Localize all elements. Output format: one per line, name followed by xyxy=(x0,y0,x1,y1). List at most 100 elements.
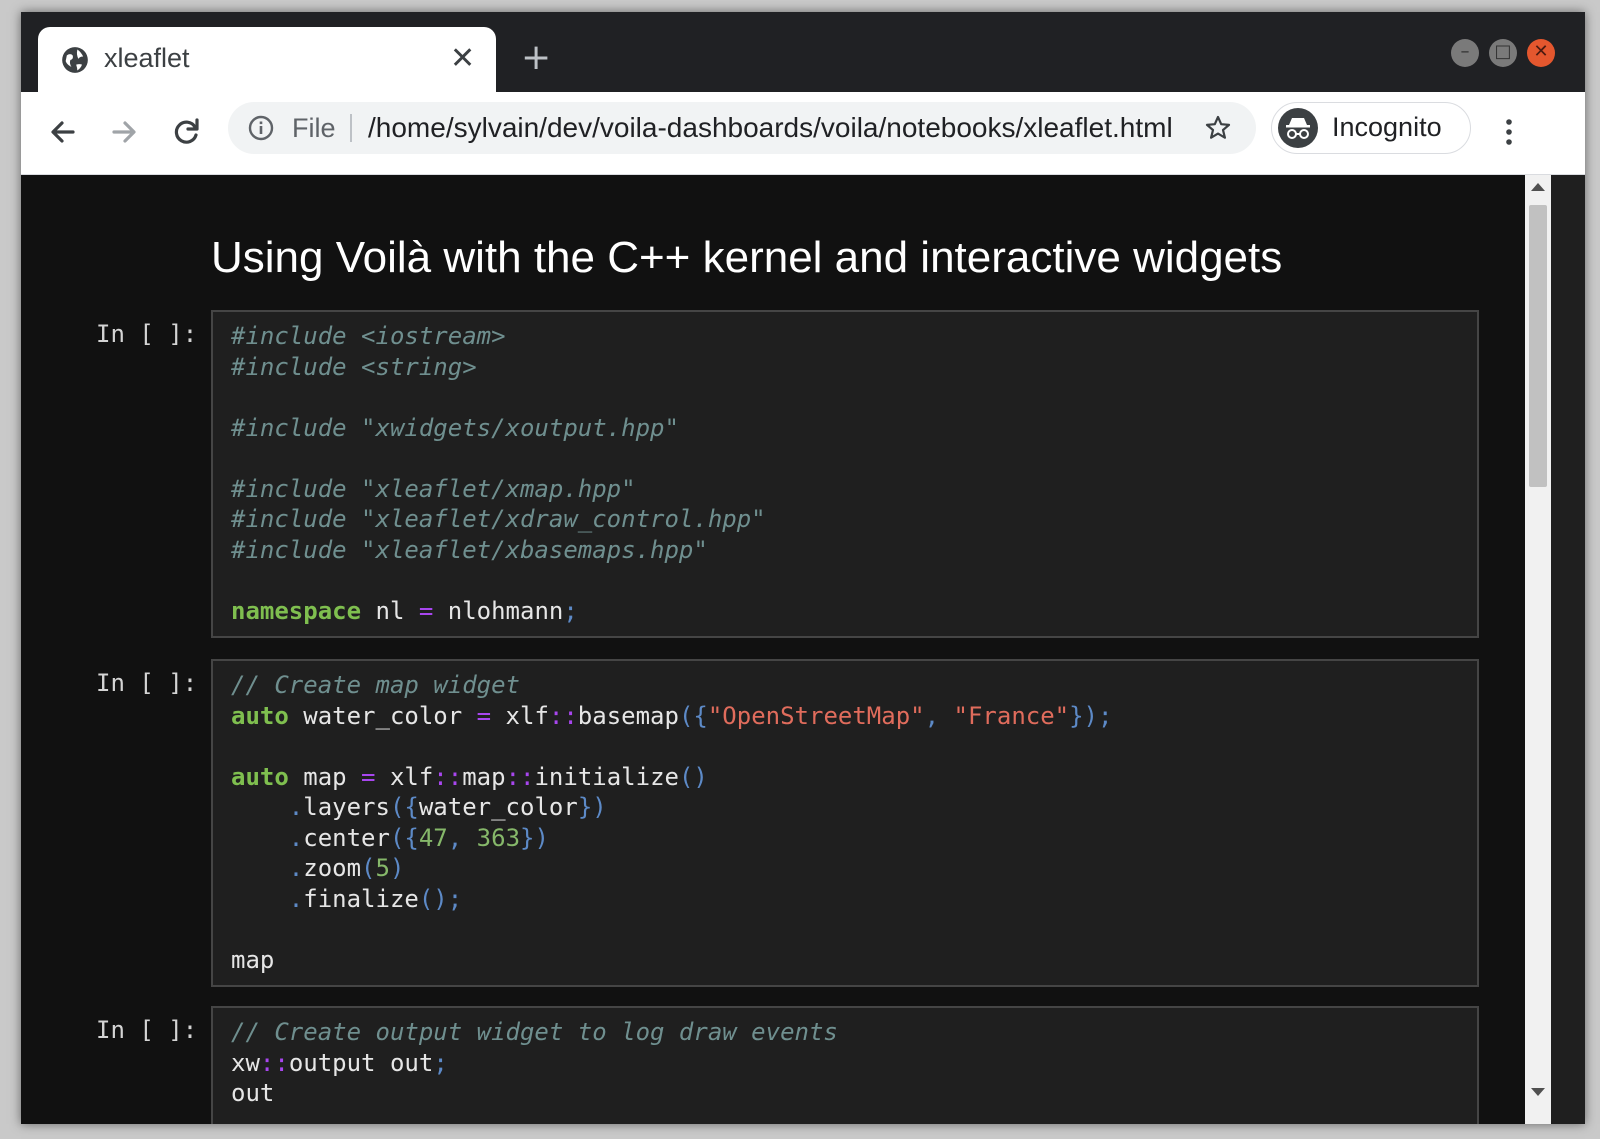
code-token: basemap xyxy=(577,701,679,730)
minimize-button[interactable]: – xyxy=(1451,39,1479,67)
code-cell-input[interactable]: // Create map widget auto water_color = x… xyxy=(211,659,1479,987)
code-token: nlohmann xyxy=(433,596,564,625)
code-token: output out xyxy=(288,1048,434,1077)
code-token: #include <iostream> xyxy=(231,322,506,350)
tab-title: xleaflet xyxy=(104,43,190,73)
scrollbar-thumb[interactable] xyxy=(1529,205,1547,487)
tab-xleaflet[interactable]: xleaflet ✕ xyxy=(38,27,496,92)
code-token: // Create map widget xyxy=(231,671,520,699)
code-token: ({ xyxy=(678,701,708,730)
incognito-label: Incognito xyxy=(1332,112,1442,142)
code-token: :: xyxy=(259,1048,289,1077)
code-token: ; xyxy=(563,596,578,625)
code-token: nl xyxy=(361,596,419,625)
code-token: "France" xyxy=(953,701,1070,730)
scroll-down-arrow-icon[interactable] xyxy=(1531,1088,1545,1096)
code-token: "OpenStreetMap" xyxy=(707,701,925,730)
code-token: }); xyxy=(1069,701,1113,730)
code-cell-input[interactable]: // Create output widget to log draw even… xyxy=(211,1006,1479,1124)
cell-prompt: In [ ]: xyxy=(96,1016,198,1044)
code-line: // Create map widget xyxy=(231,670,1459,701)
omnibox-divider xyxy=(350,114,352,142)
code-token: #include "xwidgets/xoutput.hpp" xyxy=(231,413,679,442)
code-token: = xyxy=(418,596,434,625)
code-line: #include <iostream> xyxy=(231,321,1459,352)
code-token: initialize xyxy=(534,762,679,791)
scroll-up-arrow-icon[interactable] xyxy=(1531,183,1545,191)
code-line: #include "xleaflet/xdraw_control.hpp" xyxy=(231,504,1459,535)
code-line: #include "xwidgets/xoutput.hpp" xyxy=(231,413,1459,444)
star-icon[interactable] xyxy=(1204,114,1232,142)
code-token: }) xyxy=(520,823,549,852)
arrow-left-icon[interactable] xyxy=(41,110,85,154)
code-token: :: xyxy=(433,762,463,791)
code-token: ( xyxy=(361,854,376,882)
incognito-icon xyxy=(1278,108,1318,148)
cell-prompt: In [ ]: xyxy=(96,669,198,697)
code-cell-input[interactable]: #include <iostream> #include <string> #inc… xyxy=(211,310,1479,638)
code-line: .layers({water_color}) xyxy=(231,792,1459,823)
code-line: .finalize(); xyxy=(231,884,1459,915)
code-token: layers xyxy=(303,793,390,821)
code-token: . xyxy=(288,823,304,852)
code-token: // Create output widget to log draw even… xyxy=(231,1018,838,1046)
code-token: () xyxy=(678,762,708,791)
url-text[interactable]: /home/sylvain/dev/voila-dashboards/voila… xyxy=(368,112,1198,144)
code-token: auto xyxy=(231,762,289,791)
code-line: auto water_color = xlf::basemap({"OpenSt… xyxy=(231,701,1459,732)
tab-strip: xleaflet ✕ + – □ ✕ xyxy=(21,12,1585,92)
code-token: ; xyxy=(433,1048,448,1077)
globe-icon xyxy=(62,47,88,73)
info-icon[interactable] xyxy=(248,115,274,141)
code-token: namespace xyxy=(231,596,362,625)
maximize-button[interactable]: □ xyxy=(1489,39,1517,67)
code-token: #include "xleaflet/xbasemaps.hpp" xyxy=(231,535,708,564)
code-token: , xyxy=(924,701,954,730)
tab-close-icon[interactable]: ✕ xyxy=(450,44,475,74)
code-token: 47 xyxy=(418,823,448,852)
browser-toolbar: File /home/sylvain/dev/voila-dashboards/… xyxy=(21,92,1585,175)
page-title: Using Voilà with the C++ kernel and inte… xyxy=(211,233,1283,282)
code-token: . xyxy=(288,793,304,821)
page-scrollbar[interactable] xyxy=(1525,175,1551,1124)
reload-icon[interactable] xyxy=(164,110,208,154)
code-token: ({ xyxy=(389,823,419,852)
code-token: #include "xleaflet/xdraw_control.hpp" xyxy=(231,505,766,533)
code-token: xlf xyxy=(491,701,549,730)
code-token: = xyxy=(361,762,376,791)
code-line: .zoom(5) xyxy=(231,853,1459,884)
code-token: water_color xyxy=(288,701,477,730)
page-content: Using Voilà with the C++ kernel and inte… xyxy=(21,175,1525,1124)
code-token: :: xyxy=(548,701,578,730)
incognito-badge[interactable]: Incognito xyxy=(1271,102,1471,154)
code-token: map xyxy=(462,762,506,791)
code-token: center xyxy=(303,823,390,852)
code-token: xlf xyxy=(375,762,434,791)
code-line: #include "xleaflet/xmap.hpp" xyxy=(231,474,1459,505)
close-window-button[interactable]: ✕ xyxy=(1527,39,1555,67)
code-token: zoom xyxy=(303,854,362,882)
code-line: out xyxy=(231,1078,1459,1109)
code-token: . xyxy=(288,854,304,882)
code-line: #include "xleaflet/xbasemaps.hpp" xyxy=(231,535,1459,566)
code-token: finalize xyxy=(303,884,419,913)
kebab-menu-icon[interactable] xyxy=(1497,110,1521,154)
arrow-right-icon[interactable] xyxy=(102,110,146,154)
code-token: (); xyxy=(418,884,463,913)
code-token: xw xyxy=(231,1048,260,1077)
maximize-icon: □ xyxy=(1494,41,1512,62)
code-token: water_color xyxy=(418,793,578,821)
code-line: #include <string> xyxy=(231,352,1459,383)
new-tab-button[interactable]: + xyxy=(521,40,551,76)
code-token: }) xyxy=(577,793,607,821)
code-line: xw::output out; xyxy=(231,1048,1459,1079)
code-token: #include <string> xyxy=(231,352,477,381)
code-token: ({ xyxy=(389,793,419,821)
code-line: // Create output widget to log draw even… xyxy=(231,1017,1459,1048)
address-bar[interactable]: File /home/sylvain/dev/voila-dashboards/… xyxy=(228,102,1256,154)
